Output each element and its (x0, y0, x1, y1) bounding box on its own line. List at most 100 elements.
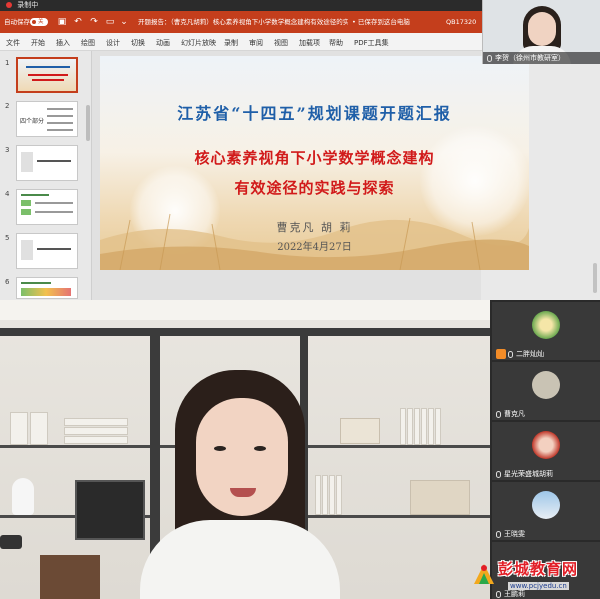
participant-name-bar: 王晓雯 (492, 528, 600, 540)
save-icon[interactable]: ▣ (56, 16, 68, 28)
thumbnail-line (37, 160, 71, 162)
undo-icon[interactable]: ↶ (72, 16, 84, 28)
thumbnail-block (21, 200, 31, 206)
thumbnail-line (47, 108, 73, 110)
tab-pdf-tools[interactable]: PDF工具集 (354, 38, 389, 48)
shelf-book (435, 408, 441, 445)
participant-name: 曹克凡 (504, 410, 525, 418)
microphone-icon (496, 530, 501, 538)
redo-icon[interactable]: ↷ (88, 16, 100, 28)
thumbnail-line (47, 115, 73, 117)
microphone-icon (496, 470, 501, 478)
recording-label: 录制中 (17, 1, 39, 9)
thumbnail-line (47, 122, 73, 124)
speaker-eye (254, 446, 266, 451)
slide-thumbnail-2[interactable]: 四个部分 (16, 101, 78, 137)
tab-design[interactable]: 设计 (106, 38, 120, 48)
participant-name-bar: 星光荣盛城胡莉 (492, 468, 600, 480)
slide-title: 江苏省“十四五”规划课题开题汇报 (177, 104, 452, 123)
slide-subtitle-line-1: 核心素养视角下小学数学概念建构 (194, 149, 435, 167)
thumbnail-number: 1 (5, 59, 10, 67)
tab-transitions[interactable]: 切换 (131, 38, 145, 48)
shelf-book (322, 475, 328, 515)
shelf-book (64, 427, 128, 435)
participant-name: 二胖灿灿 (516, 350, 544, 358)
document-title: 开题报告：（曹克凡胡莉）核心素养视角下小学数学概念建构有效途径的实践与探... (138, 18, 348, 26)
saved-status[interactable]: • 已保存到这台电脑 (352, 11, 410, 33)
participant-avatar (532, 431, 560, 459)
qat-more-icon[interactable]: ⌄ (118, 16, 130, 28)
thumbnail-scrollbar[interactable] (86, 105, 90, 141)
tab-insert[interactable]: 插入 (56, 38, 70, 48)
microphone-icon (487, 54, 492, 62)
thumbnail-number: 4 (5, 190, 10, 198)
slide-thumbnail-1[interactable] (16, 57, 78, 93)
participant-tile[interactable]: 星光荣盛城胡莉 (492, 422, 600, 480)
speaker-face (196, 398, 288, 516)
autosave-label: 自动保存 (4, 18, 30, 26)
tab-record[interactable]: 录制 (224, 38, 238, 48)
shelf-board (0, 445, 150, 448)
tab-view[interactable]: 视图 (274, 38, 288, 48)
shelf-book (421, 408, 427, 445)
thumbnail-line (47, 129, 73, 131)
thumbnail-line (35, 211, 73, 213)
thumbnail-block (21, 240, 33, 260)
slide-thumbnail-3[interactable] (16, 145, 78, 181)
participant-tile[interactable]: 王晓雯 (492, 482, 600, 540)
shelf-book (315, 475, 321, 515)
shelf-book (10, 412, 28, 445)
participant-list: 二胖灿灿 曹克凡 星光荣盛城胡莉 王晓雯 王鹏莉 (490, 300, 600, 599)
shelf-book (400, 408, 406, 445)
shelf-book (407, 408, 413, 445)
participant-name: 王晓雯 (504, 530, 525, 538)
tab-draw[interactable]: 绘图 (81, 38, 95, 48)
autosave-state: 关 (38, 19, 44, 25)
shelf-board (308, 515, 490, 518)
participant-name-bar: 二胖灿灿 (492, 348, 600, 360)
slide-subtitle-line-2: 有效途径的实践与探索 (234, 179, 395, 197)
user-id[interactable]: QB17320 (446, 11, 476, 33)
current-slide[interactable]: 江苏省“十四五”规划课题开题汇报 核心素养视角下小学数学概念建构 有效途径的实践… (100, 56, 529, 270)
storage-box (410, 480, 470, 515)
presenter-name-bar: 李贺（徐州市教研室） (483, 52, 600, 64)
slide-thumbnail-5[interactable] (16, 233, 78, 269)
shelf-book (329, 475, 335, 515)
participant-name: 星光荣盛城胡莉 (504, 470, 553, 478)
shelf-book (64, 436, 128, 444)
thumbnail-number: 2 (5, 102, 10, 110)
tab-file[interactable]: 文件 (6, 38, 20, 48)
tab-animations[interactable]: 动画 (156, 38, 170, 48)
participant-avatar (532, 311, 560, 339)
presenter-video[interactable]: 李贺（徐州市教研室） (482, 0, 600, 64)
slide-thumbnail-4[interactable] (16, 189, 78, 225)
thumbnail-block (21, 288, 71, 296)
thumbnail-subtitle-line (28, 74, 68, 76)
thumbnail-title-line (26, 66, 70, 68)
microphone-icon (496, 410, 501, 418)
camera-object (0, 535, 22, 549)
participant-avatar (532, 491, 560, 519)
recording-dot-icon (6, 2, 12, 8)
slide-thumbnail-6[interactable] (16, 277, 78, 299)
thumbnail-subtitle-line (32, 79, 64, 81)
tab-help[interactable]: 帮助 (329, 38, 343, 48)
participant-tile[interactable]: 曹克凡 (492, 362, 600, 420)
slide-authors: 曹克凡 胡 莉 (276, 221, 353, 234)
editor-scrollbar[interactable] (593, 263, 597, 293)
tab-slideshow[interactable]: 幻灯片放映 (181, 38, 216, 48)
participant-tile[interactable]: 二胖灿灿 (492, 302, 600, 360)
tab-home[interactable]: 开始 (31, 38, 45, 48)
tab-addins[interactable]: 加载项 (299, 38, 320, 48)
participant-name-bar: 曹克凡 (492, 408, 600, 420)
tab-review[interactable]: 审阅 (249, 38, 263, 48)
thumbnail-line (35, 202, 73, 204)
shelf-beam (0, 328, 490, 336)
shelf-board (308, 445, 490, 448)
thumbnail-line (37, 248, 71, 250)
slideshow-icon[interactable]: ▭ (104, 16, 116, 28)
shelf-book (428, 408, 434, 445)
presenter-face (528, 12, 556, 46)
storage-box (340, 418, 380, 444)
watermark-brand: 彭城教育网 (498, 560, 579, 578)
